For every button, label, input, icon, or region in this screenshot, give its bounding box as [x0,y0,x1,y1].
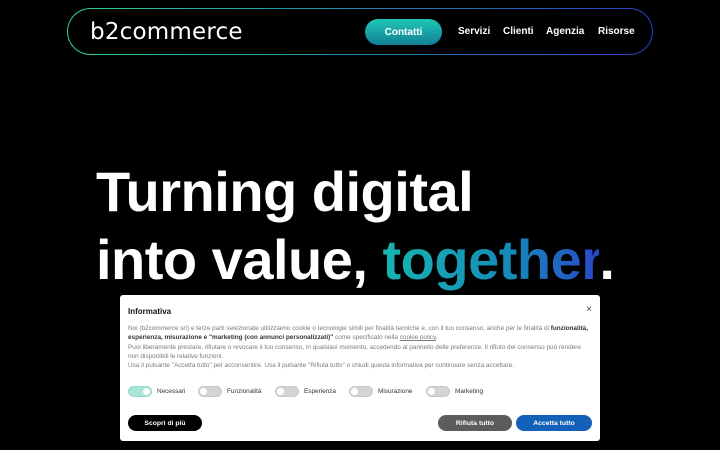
toggle-misurazione[interactable]: Misurazione [349,386,412,397]
close-icon[interactable]: × [586,305,592,315]
toggle-necessari[interactable]: Necessari [128,386,185,397]
accept-all-button[interactable]: Accetta tutto [516,415,592,431]
hero-line-2-start: into value, [96,228,383,291]
logo-digit: 2 [104,19,120,45]
cookie-modal-text: Noi (b2commerce srl) e terze parti selez… [128,324,588,370]
hero-line-1: Turning digital [96,160,474,223]
cookie-paragraph-3: Usa il pulsante "Accetta tutto" per acco… [128,362,514,370]
nav-clienti[interactable]: Clienti [503,26,534,37]
cookie-para1-start: Noi (b2commerce srl) e terze parti selez… [128,325,551,332]
logo[interactable]: b2commerce [90,19,243,45]
hero-accent-word: together [382,228,600,291]
cookie-paragraph-2: Puoi liberamente prestare, rifiutare o r… [128,343,581,360]
cookie-para1-mid: come specificato nella [333,334,400,342]
toggle-switch[interactable] [275,386,299,397]
site-header: b2commerce Contatti Servizi Clienti Agen… [67,8,653,55]
cookie-paragraph-1: Noi (b2commerce srl) e terze parti selez… [128,324,588,343]
logo-prefix: b [90,19,105,45]
cookie-policy-link[interactable]: cookie policy [400,334,436,341]
cookie-modal-title: Informativa [128,307,172,316]
toggle-switch[interactable] [198,386,222,397]
nav-servizi[interactable]: Servizi [458,26,490,37]
reject-all-button[interactable]: Rifiuta tutto [438,415,512,431]
toggle-switch[interactable] [349,386,373,397]
nav-risorse[interactable]: Risorse [598,26,635,37]
toggle-label: Esperienza [304,388,336,395]
hero-line-2-end: . [599,228,615,291]
toggle-switch[interactable] [426,386,450,397]
hero: Turning digital into value, together. [96,158,615,294]
cookie-consent-modal: Informativa × Noi (b2commerce srl) e ter… [120,295,600,441]
logo-suffix: commerce [119,19,243,45]
toggle-funzionalita[interactable]: Funzionalità [198,386,261,397]
toggle-label: Marketing [455,388,484,395]
nav-agenzia[interactable]: Agenzia [546,26,584,37]
toggle-marketing[interactable]: Marketing [426,386,483,397]
contact-button[interactable]: Contatti [365,19,442,45]
toggle-label: Necessari [157,388,186,395]
toggle-label: Misurazione [378,388,413,395]
learn-more-button[interactable]: Scopri di più [128,415,202,431]
toggle-esperienza[interactable]: Esperienza [275,386,336,397]
hero-line-2: into value, together. [96,226,615,294]
cookie-para1-end: . [435,334,438,342]
toggle-label: Funzionalità [227,388,262,395]
toggle-switch[interactable] [128,386,152,397]
